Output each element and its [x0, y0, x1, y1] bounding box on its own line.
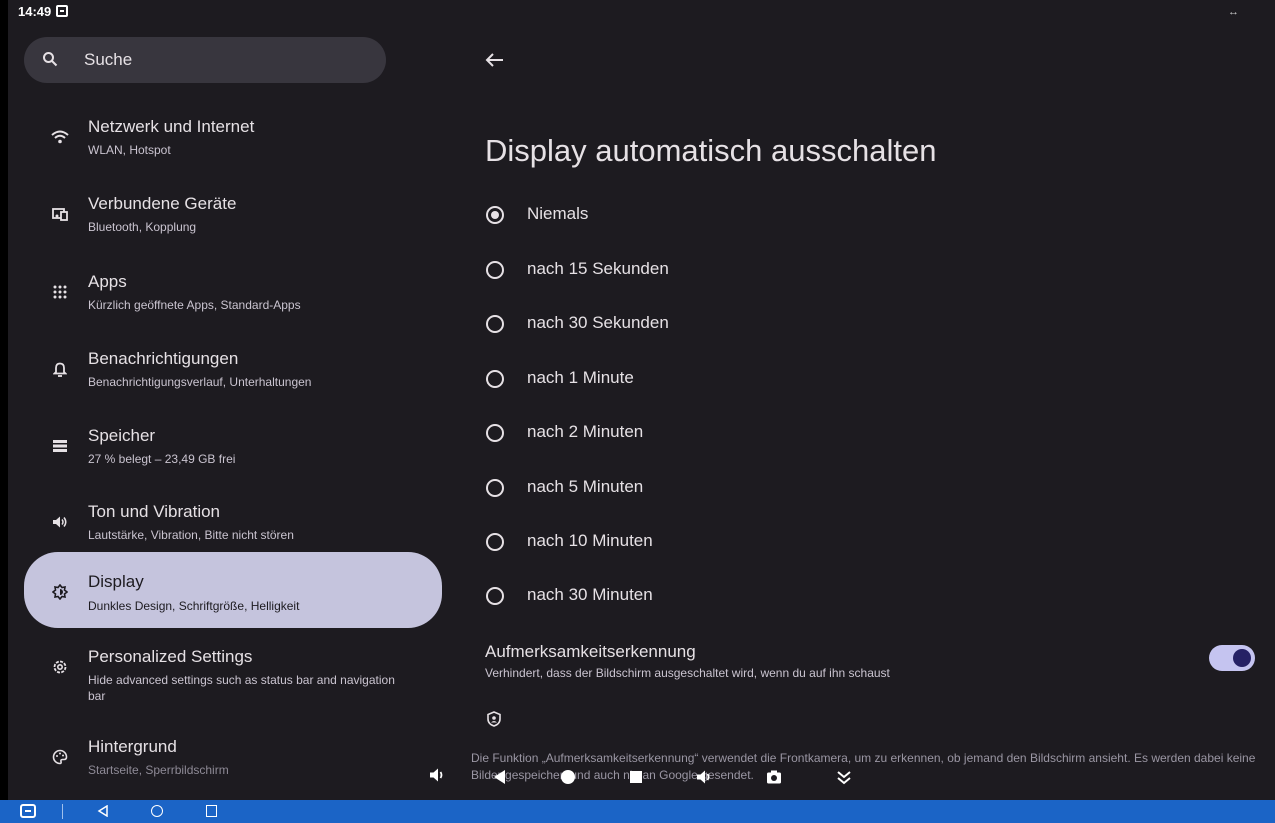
- sidebar-item-title: Personalized Settings: [88, 647, 253, 666]
- option-label: nach 30 Sekunden: [527, 313, 669, 332]
- sidebar-item-subtitle: WLAN, Hotspot: [88, 143, 171, 157]
- timeout-option-15s[interactable]: nach 15 Sekunden: [483, 251, 983, 291]
- nav-back-icon[interactable]: [97, 805, 109, 817]
- sidebar-item-subtitle: Benachrichtigungsverlauf, Unterhaltungen: [88, 375, 312, 389]
- recents-square-icon[interactable]: [627, 768, 645, 786]
- timeout-option-1m[interactable]: nach 1 Minute: [483, 360, 983, 400]
- option-label: nach 30 Minuten: [527, 585, 653, 604]
- timeout-option-never[interactable]: Niemals: [483, 196, 983, 236]
- toggle-knob: [1233, 649, 1251, 667]
- collapse-chevron-icon[interactable]: [835, 768, 853, 786]
- radio-selected[interactable]: [486, 206, 504, 224]
- volume-icon: [50, 512, 70, 532]
- nav-home-icon[interactable]: [151, 805, 163, 817]
- sidebar-item-personalized-settings[interactable]: Personalized Settings Hide advanced sett…: [24, 639, 442, 703]
- timeout-option-10m[interactable]: nach 10 Minuten: [483, 523, 983, 563]
- sidebar-item-subtitle: Bluetooth, Kopplung: [88, 220, 197, 234]
- sidebar-item-wallpaper[interactable]: Hintergrund Startseite, Sperrbildschirm: [24, 729, 442, 793]
- expand-arrows-icon[interactable]: ↔: [1228, 6, 1239, 18]
- taskbar-divider: [62, 804, 63, 819]
- timeout-option-30s[interactable]: nach 30 Sekunden: [483, 305, 983, 345]
- sidebar-item-subtitle: 27 % belegt – 23,49 GB frei: [88, 452, 236, 466]
- remote-toolbar: [463, 762, 883, 792]
- option-label: nach 1 Minute: [527, 368, 634, 387]
- sidebar-item-subtitle: Dunkles Design, Schriftgröße, Helligkeit: [88, 599, 300, 613]
- display-icon: [50, 582, 70, 602]
- sidebar-item-title: Speicher: [88, 426, 156, 445]
- sidebar-item-display[interactable]: Display Dunkles Design, Schriftgröße, He…: [24, 552, 442, 628]
- home-circle-icon[interactable]: [559, 768, 577, 786]
- remote-desktop-icon: [56, 5, 68, 17]
- status-time: 14:49: [18, 4, 52, 19]
- camera-icon[interactable]: [765, 768, 783, 786]
- storage-icon: [50, 436, 70, 456]
- sidebar-item-sound[interactable]: Ton und Vibration Lautstärke, Vibration,…: [24, 494, 442, 558]
- sidebar-item-subtitle: Hide advanced settings such as status ba…: [88, 673, 395, 703]
- radio-button[interactable]: [486, 479, 504, 497]
- connected-devices-icon: [50, 204, 70, 224]
- option-label: nach 5 Minuten: [527, 477, 644, 496]
- radio-button[interactable]: [486, 370, 504, 388]
- search-bar[interactable]: Suche: [24, 37, 386, 83]
- sidebar-item-subtitle: Kürzlich geöffnete Apps, Standard-Apps: [88, 298, 301, 312]
- sidebar-item-title: Verbundene Geräte: [88, 194, 237, 213]
- option-label: nach 15 Sekunden: [527, 259, 669, 278]
- option-label: Niemals: [527, 204, 589, 223]
- host-taskbar: [0, 800, 1275, 823]
- sidebar-item-connected-devices[interactable]: Verbundene Geräte Bluetooth, Kopplung: [24, 186, 442, 250]
- apps-grid-icon: [50, 282, 70, 302]
- status-bar: 14:49 ↔: [0, 0, 1275, 30]
- sidebar-item-subtitle: Lautstärke, Vibration, Bitte nicht störe…: [88, 528, 294, 542]
- option-label: nach 10 Minuten: [527, 531, 653, 550]
- sidebar-item-title: Display: [88, 572, 144, 591]
- timeout-option-5m[interactable]: nach 5 Minuten: [483, 469, 983, 509]
- sidebar-item-title: Netzwerk und Internet: [88, 117, 255, 136]
- timeout-option-2m[interactable]: nach 2 Minuten: [483, 414, 983, 454]
- display-timeout-panel: Display automatisch ausschalten Niemals …: [463, 0, 1275, 800]
- sidebar-item-storage[interactable]: Speicher 27 % belegt – 23,49 GB frei: [24, 418, 442, 482]
- volume-icon[interactable]: [695, 768, 713, 786]
- attention-detection-toggle[interactable]: [1209, 645, 1255, 671]
- bell-icon: [50, 359, 70, 379]
- volume-icon[interactable]: [428, 766, 446, 784]
- search-icon: [43, 52, 58, 67]
- option-label: nach 2 Minuten: [527, 422, 644, 441]
- remote-desktop-icon[interactable]: [20, 804, 36, 818]
- back-triangle-icon[interactable]: [491, 768, 509, 786]
- back-arrow-icon[interactable]: [483, 50, 507, 70]
- screen: Suche Netzwerk und Internet WLAN, Hotspo…: [0, 0, 1275, 823]
- sidebar-item-subtitle: Startseite, Sperrbildschirm: [88, 763, 229, 777]
- radio-button[interactable]: [486, 424, 504, 442]
- attention-detection-description: Verhindert, dass der Bildschirm ausgesch…: [485, 666, 890, 680]
- radio-button[interactable]: [486, 587, 504, 605]
- radio-button[interactable]: [486, 533, 504, 551]
- sidebar-item-notifications[interactable]: Benachrichtigungen Benachrichtigungsverl…: [24, 341, 442, 405]
- timeout-option-30m[interactable]: nach 30 Minuten: [483, 577, 983, 617]
- page-title: Display automatisch ausschalten: [485, 133, 937, 168]
- nav-recents-icon[interactable]: [206, 805, 217, 817]
- settings-sidebar: Suche Netzwerk und Internet WLAN, Hotspo…: [8, 0, 463, 800]
- radio-button[interactable]: [486, 261, 504, 279]
- attention-detection-title: Aufmerksamkeitserkennung: [485, 642, 696, 661]
- sidebar-item-title: Ton und Vibration: [88, 502, 221, 521]
- radio-button[interactable]: [486, 315, 504, 333]
- sidebar-item-apps[interactable]: Apps Kürzlich geöffnete Apps, Standard-A…: [24, 264, 442, 328]
- sidebar-item-title: Hintergrund: [88, 737, 177, 756]
- sidebar-item-network[interactable]: Netzwerk und Internet WLAN, Hotspot: [24, 109, 442, 173]
- sidebar-item-title: Apps: [88, 272, 127, 291]
- search-placeholder: Suche: [84, 50, 133, 69]
- palette-icon: [50, 747, 70, 767]
- sidebar-item-title: Benachrichtigungen: [88, 349, 239, 368]
- gear-icon: [50, 657, 70, 677]
- wifi-icon: [50, 127, 70, 147]
- privacy-shield-icon: [487, 711, 501, 727]
